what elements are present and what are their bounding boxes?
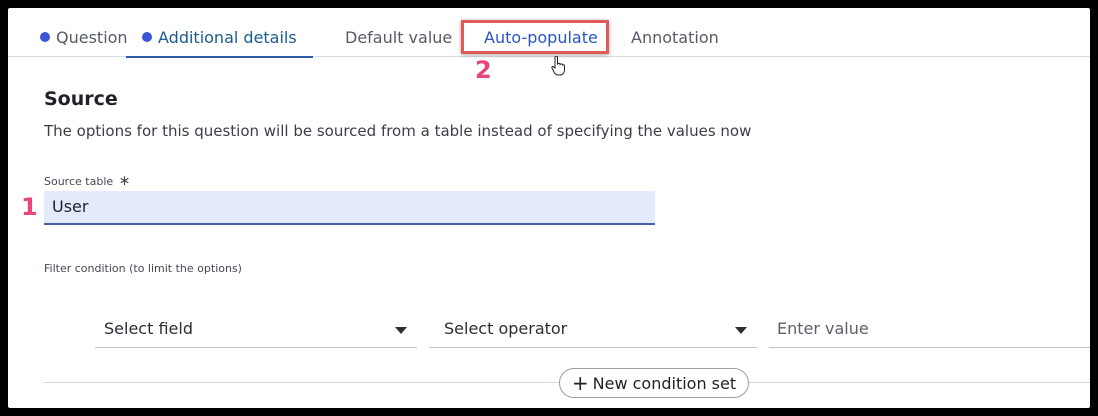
select-operator-text: Select operator bbox=[444, 319, 568, 338]
new-condition-set-button[interactable]: + New condition set bbox=[559, 368, 749, 398]
annotation-step-1: 1 bbox=[21, 193, 38, 221]
select-field-dropdown[interactable]: Select field bbox=[95, 316, 417, 348]
caret-down-icon bbox=[395, 327, 407, 334]
section-description: The options for this question will be so… bbox=[44, 122, 752, 140]
new-condition-set-label: New condition set bbox=[592, 374, 737, 393]
form-panel: Question Additional details Default valu… bbox=[8, 8, 1090, 408]
source-table-label: Source table ∗ bbox=[44, 173, 130, 189]
required-asterisk-icon: ∗ bbox=[118, 173, 131, 189]
tab-additional-details[interactable]: Additional details bbox=[126, 8, 313, 58]
source-table-input[interactable]: User bbox=[44, 191, 655, 225]
tab-additional-details-label: Additional details bbox=[158, 28, 297, 47]
tab-annotation[interactable]: Annotation bbox=[631, 8, 719, 56]
hand-cursor-icon bbox=[551, 56, 565, 76]
tab-default-value[interactable]: Default value bbox=[345, 8, 452, 56]
tab-question[interactable]: Question bbox=[40, 8, 128, 56]
select-field-text: Select field bbox=[104, 319, 193, 338]
status-dot-icon bbox=[40, 32, 50, 42]
enter-value-input[interactable]: Enter value bbox=[769, 316, 1090, 348]
source-table-label-text: Source table bbox=[44, 175, 114, 188]
tab-default-value-label: Default value bbox=[345, 28, 453, 47]
plus-icon: + bbox=[571, 371, 589, 395]
highlight-box bbox=[461, 20, 609, 54]
annotation-step-2: 2 bbox=[475, 56, 492, 84]
tab-question-label: Question bbox=[56, 28, 128, 47]
filter-condition-label: Filter condition (to limit the options) bbox=[44, 262, 242, 275]
status-dot-icon bbox=[142, 32, 152, 42]
tab-annotation-label: Annotation bbox=[631, 28, 719, 47]
caret-down-icon bbox=[735, 327, 747, 334]
select-operator-dropdown[interactable]: Select operator bbox=[429, 316, 757, 348]
section-title: Source bbox=[44, 88, 118, 110]
